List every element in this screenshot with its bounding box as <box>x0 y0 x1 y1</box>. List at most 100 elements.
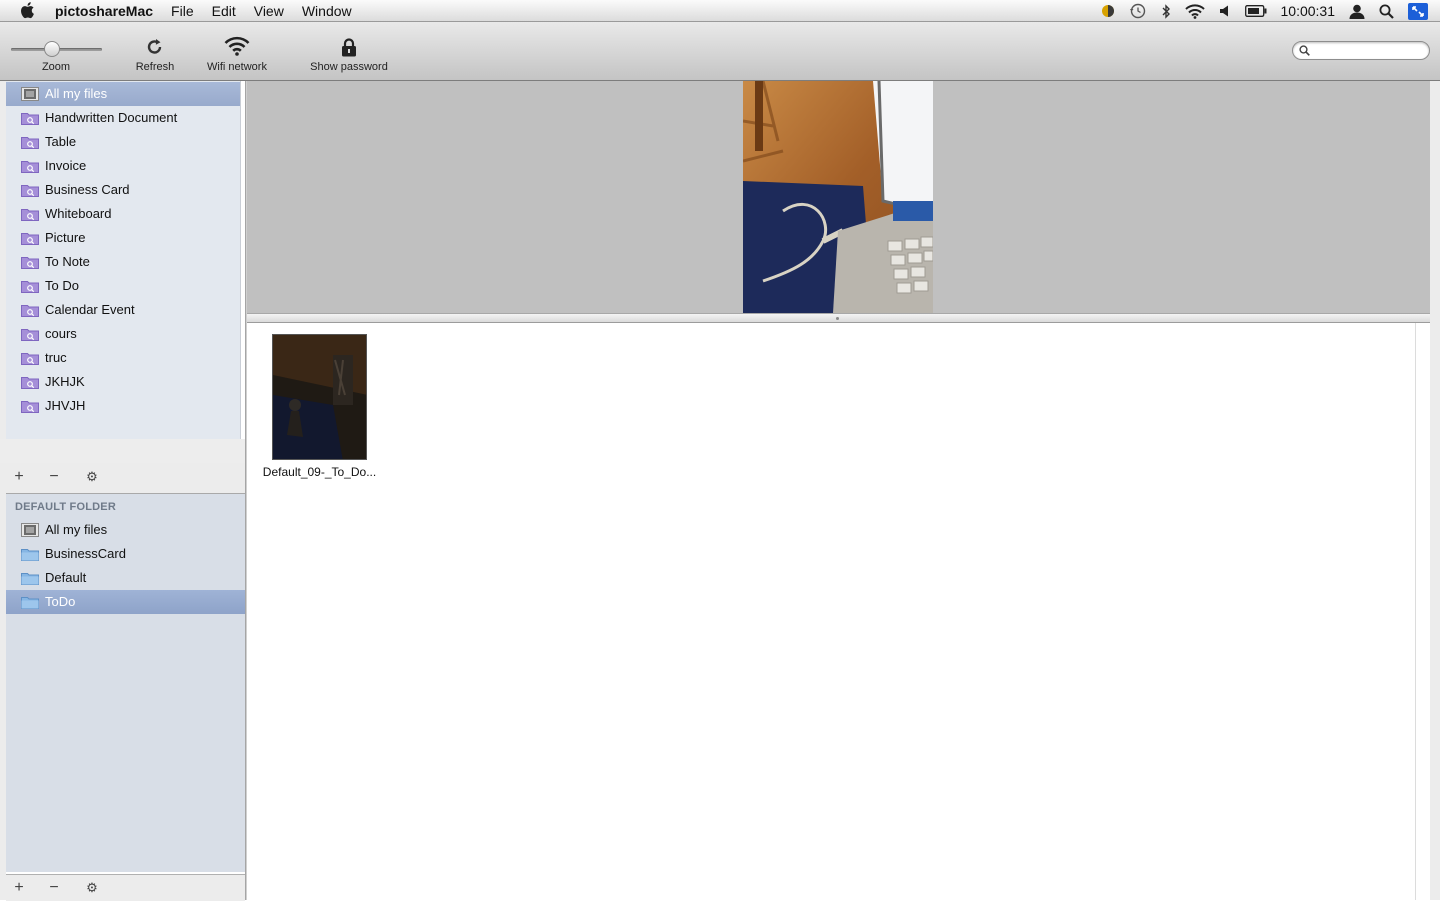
category-cours[interactable]: cours <box>6 322 240 346</box>
category-label: To Note <box>45 254 90 269</box>
remove-folder-button[interactable]: − <box>46 880 62 896</box>
category-all-my-files[interactable]: All my files <box>6 82 240 106</box>
all-files-icon <box>21 87 39 101</box>
smart-folder-icon <box>21 255 39 269</box>
wifi-icon[interactable] <box>1185 4 1205 19</box>
category-label: To Do <box>45 278 79 293</box>
category-label: Invoice <box>45 158 86 173</box>
menu-clock[interactable]: 10:00:31 <box>1281 3 1336 19</box>
show-password-button[interactable]: Show password <box>304 22 394 80</box>
category-label: Business Card <box>45 182 130 197</box>
refresh-button[interactable]: Refresh <box>127 22 183 80</box>
toolbar: Zoom Refresh Wifi network Show password <box>0 22 1440 81</box>
category-handwritten-document[interactable]: Handwritten Document <box>6 106 240 130</box>
volume-icon[interactable] <box>1219 5 1231 17</box>
file-item[interactable]: Default_09-_To_Do... <box>247 323 392 488</box>
screen-sharing-icon[interactable] <box>1408 3 1428 20</box>
category-label: Table <box>45 134 76 149</box>
wifi-network-label: Wifi network <box>200 61 274 73</box>
smart-folder-icon <box>21 303 39 317</box>
spotlight-icon[interactable] <box>1379 4 1394 19</box>
user-icon[interactable] <box>1349 4 1365 19</box>
category-label: truc <box>45 350 67 365</box>
battery-icon[interactable] <box>1245 5 1267 17</box>
smart-folder-icon <box>21 231 39 245</box>
category-label: Handwritten Document <box>45 110 177 125</box>
folder-section-header: DEFAULT FOLDER <box>6 494 245 518</box>
category-table[interactable]: Table <box>6 130 240 154</box>
category-footer: + − ⚙ <box>6 463 245 494</box>
category-list: All my files Handwritten Document Table … <box>6 81 241 439</box>
notification-icon[interactable] <box>1101 4 1115 18</box>
folder-icon <box>21 571 39 585</box>
category-truc[interactable]: truc <box>6 346 240 370</box>
category-label: Whiteboard <box>45 206 111 221</box>
status-menus: 10:00:31 <box>1101 0 1440 22</box>
all-files-icon <box>21 523 39 537</box>
apple-menu-icon[interactable] <box>20 1 36 19</box>
category-label: Picture <box>45 230 85 245</box>
file-name: Default_09-_To_Do... <box>247 465 392 479</box>
menu-file[interactable]: File <box>171 2 194 20</box>
folder-businesscard[interactable]: BusinessCard <box>6 542 245 566</box>
category-invoice[interactable]: Invoice <box>6 154 240 178</box>
category-label: Calendar Event <box>45 302 135 317</box>
zoom-control[interactable]: Zoom <box>0 22 112 80</box>
file-thumbnail[interactable] <box>272 334 367 460</box>
vertical-scrollbar[interactable] <box>1415 323 1430 900</box>
wifi-icon <box>224 36 250 56</box>
window-edge-right <box>1430 81 1440 900</box>
menu-view[interactable]: View <box>254 2 284 20</box>
menu-window[interactable]: Window <box>302 2 352 20</box>
category-to-do[interactable]: To Do <box>6 274 240 298</box>
folder-todo[interactable]: ToDo <box>6 590 245 614</box>
folder-icon <box>21 595 39 609</box>
time-machine-icon[interactable] <box>1129 3 1147 19</box>
smart-folder-icon <box>21 351 39 365</box>
category-action-gear-icon[interactable]: ⚙ <box>84 469 100 485</box>
category-label: All my files <box>45 86 107 101</box>
folder-default[interactable]: Default <box>6 566 245 590</box>
folder-icon <box>21 547 39 561</box>
category-jhvjh[interactable]: JHVJH <box>6 394 240 418</box>
folder-action-gear-icon[interactable]: ⚙ <box>84 880 100 896</box>
add-category-button[interactable]: + <box>11 469 27 485</box>
smart-folder-icon <box>21 207 39 221</box>
app-name-menu[interactable]: pictoshareMac <box>55 2 153 20</box>
folder-all-my-files[interactable]: All my files <box>6 518 245 542</box>
smart-folder-icon <box>21 327 39 341</box>
smart-folder-icon <box>21 135 39 149</box>
refresh-label: Refresh <box>127 61 183 73</box>
zoom-slider-knob[interactable] <box>44 41 60 57</box>
refresh-icon <box>146 36 164 56</box>
category-calendar-event[interactable]: Calendar Event <box>6 298 240 322</box>
search-field[interactable] <box>1292 41 1430 60</box>
wifi-network-button[interactable]: Wifi network <box>200 22 274 80</box>
remove-category-button[interactable]: − <box>46 469 62 485</box>
folder-footer: + − ⚙ <box>6 874 245 901</box>
category-jkhjk[interactable]: JKHJK <box>6 370 240 394</box>
category-label: cours <box>45 326 77 341</box>
category-picture[interactable]: Picture <box>6 226 240 250</box>
zoom-label: Zoom <box>0 61 112 73</box>
bluetooth-icon[interactable] <box>1161 4 1171 19</box>
menu-edit[interactable]: Edit <box>212 2 236 20</box>
splitter-grip-icon <box>836 317 839 320</box>
smart-folder-icon <box>21 111 39 125</box>
category-whiteboard[interactable]: Whiteboard <box>6 202 240 226</box>
preview-photo <box>743 81 933 313</box>
panel-separator <box>0 439 246 463</box>
smart-folder-icon <box>21 399 39 413</box>
lock-icon <box>342 38 357 57</box>
category-business-card[interactable]: Business Card <box>6 178 240 202</box>
category-label: JKHJK <box>45 374 85 389</box>
folder-label: All my files <box>45 522 107 537</box>
folder-label: BusinessCard <box>45 546 126 561</box>
folder-label: Default <box>45 570 86 585</box>
category-to-note[interactable]: To Note <box>6 250 240 274</box>
category-label: JHVJH <box>45 398 85 413</box>
preview-splitter[interactable] <box>247 313 1430 323</box>
add-folder-button[interactable]: + <box>11 880 27 896</box>
file-browser: Default_09-_To_Do... <box>247 323 1415 900</box>
preview-pane <box>247 81 1430 313</box>
